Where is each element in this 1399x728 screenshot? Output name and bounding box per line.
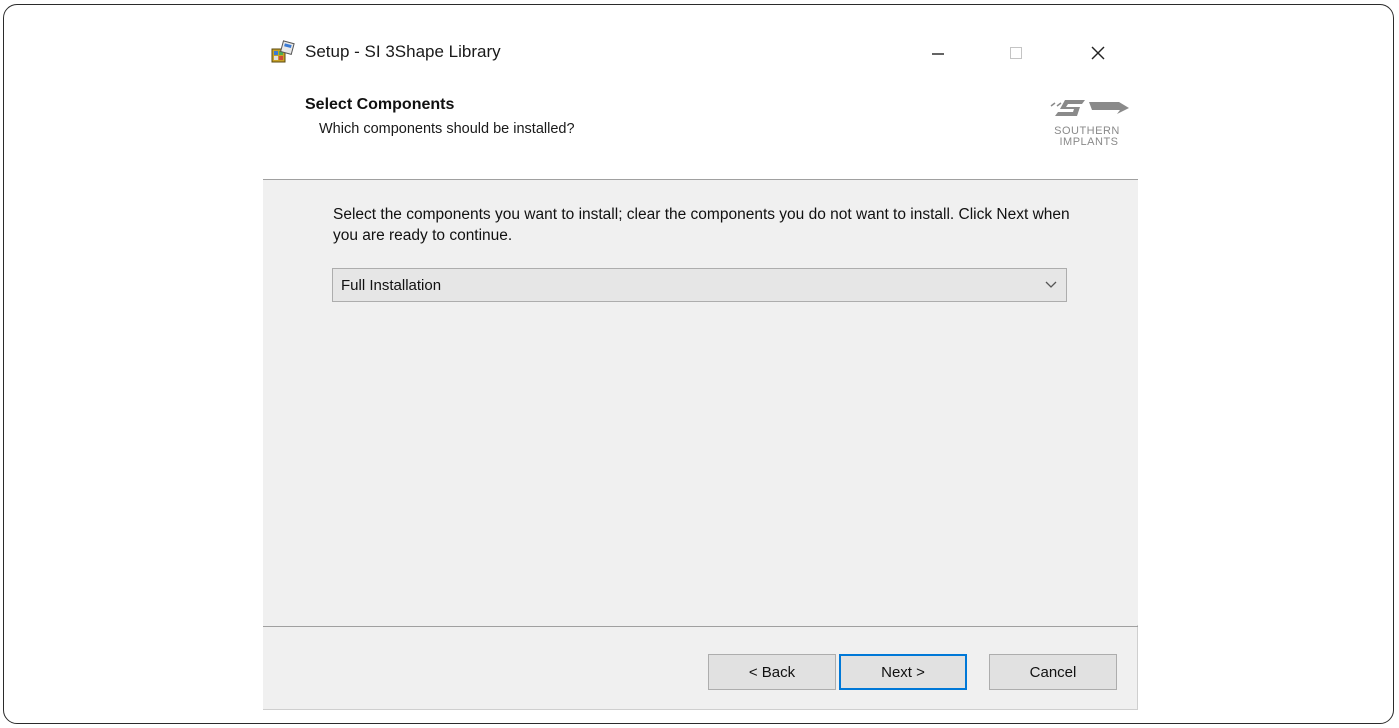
next-button[interactable]: Next > bbox=[839, 654, 967, 690]
page-subtitle: Which components should be installed? bbox=[319, 121, 575, 137]
instructions-text: Select the components you want to instal… bbox=[333, 206, 1070, 244]
close-button[interactable] bbox=[1075, 36, 1121, 70]
setup-wizard-window: Setup - SI 3Shape Library Select Compone… bbox=[263, 30, 1138, 710]
minimize-icon bbox=[932, 53, 944, 55]
close-icon bbox=[1091, 46, 1105, 60]
installation-type-value: Full Installation bbox=[341, 277, 442, 294]
footer-divider bbox=[263, 626, 1138, 627]
minimize-button[interactable] bbox=[915, 36, 961, 70]
maximize-icon bbox=[1010, 47, 1022, 59]
installation-type-dropdown[interactable]: Full Installation bbox=[332, 268, 1067, 302]
southern-implants-logo: SOUTHERN IMPLANTS bbox=[1050, 100, 1129, 148]
logo-line-2: IMPLANTS bbox=[1059, 136, 1118, 148]
wizard-body: Select the components you want to instal… bbox=[263, 180, 1138, 625]
back-button[interactable]: < Back bbox=[708, 654, 836, 690]
window-title: Setup - SI 3Shape Library bbox=[305, 42, 501, 61]
setup-installer-icon bbox=[271, 40, 295, 63]
cancel-button[interactable]: Cancel bbox=[989, 654, 1117, 690]
title-bar: Setup - SI 3Shape Library bbox=[263, 30, 1138, 76]
chevron-down-icon bbox=[1045, 281, 1057, 288]
maximize-button[interactable] bbox=[993, 36, 1039, 70]
page-title: Select Components bbox=[305, 96, 455, 113]
wizard-header: Select Components Which components shoul… bbox=[263, 76, 1138, 180]
